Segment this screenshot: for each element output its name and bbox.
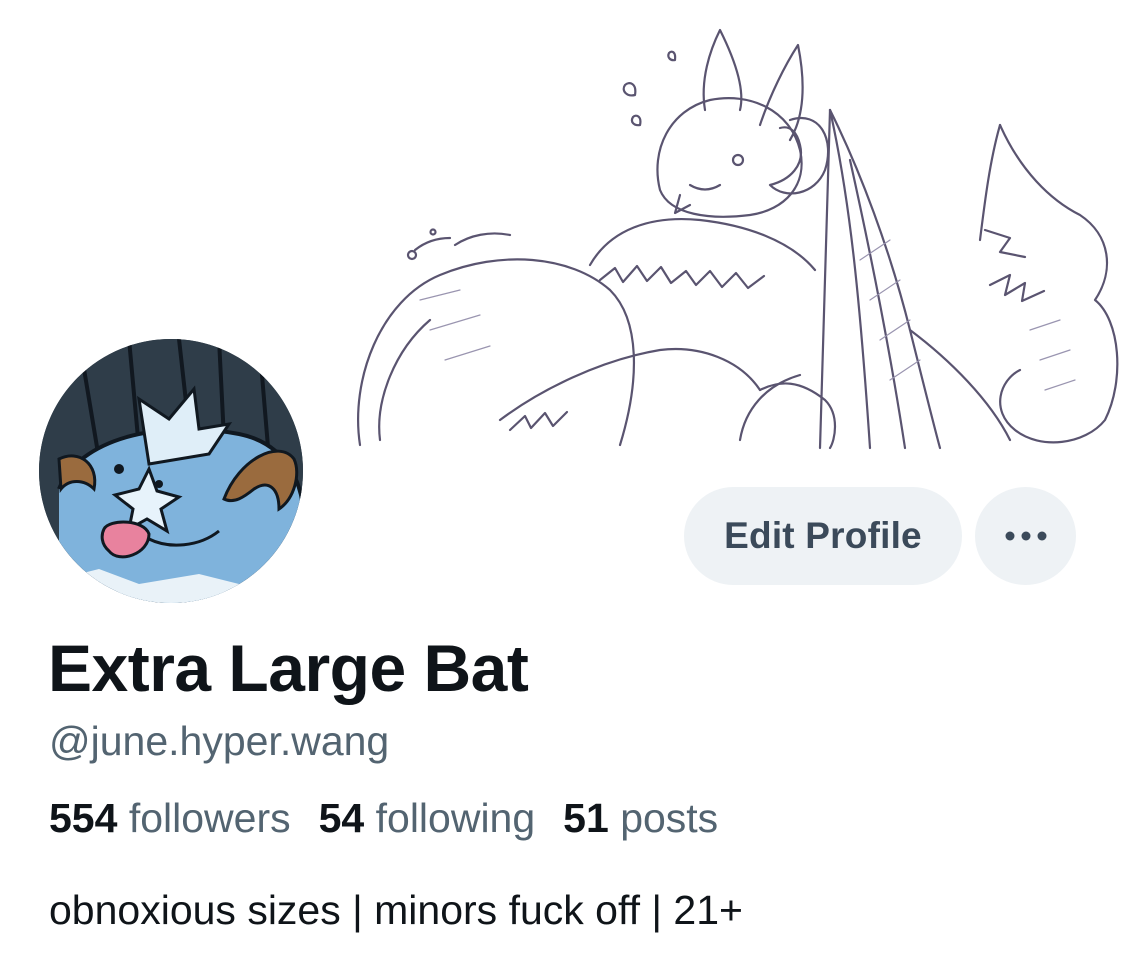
following-stat[interactable]: 54 following [319, 792, 536, 844]
following-count: 54 [318, 795, 365, 841]
posts-stat: 51 posts [563, 792, 718, 844]
more-options-button[interactable] [975, 487, 1076, 585]
user-handle: @june.hyper.wang [49, 718, 390, 764]
following-label: following [375, 795, 536, 841]
display-name: Extra Large Bat [48, 631, 529, 705]
avatar-artwork [39, 339, 303, 603]
profile-stats: 554 followers 54 following 51 posts [49, 792, 718, 844]
followers-count: 554 [49, 795, 118, 841]
posts-label: posts [620, 795, 719, 841]
edit-profile-button[interactable]: Edit Profile [684, 487, 962, 585]
more-horizontal-icon [1005, 531, 1046, 541]
edit-profile-label: Edit Profile [724, 515, 922, 556]
posts-count: 51 [563, 795, 609, 841]
avatar[interactable] [36, 336, 306, 606]
followers-stat[interactable]: 554 followers [49, 792, 291, 844]
profile-bio: obnoxious sizes | minors fuck off | 21+ [49, 887, 743, 933]
followers-label: followers [128, 795, 291, 841]
